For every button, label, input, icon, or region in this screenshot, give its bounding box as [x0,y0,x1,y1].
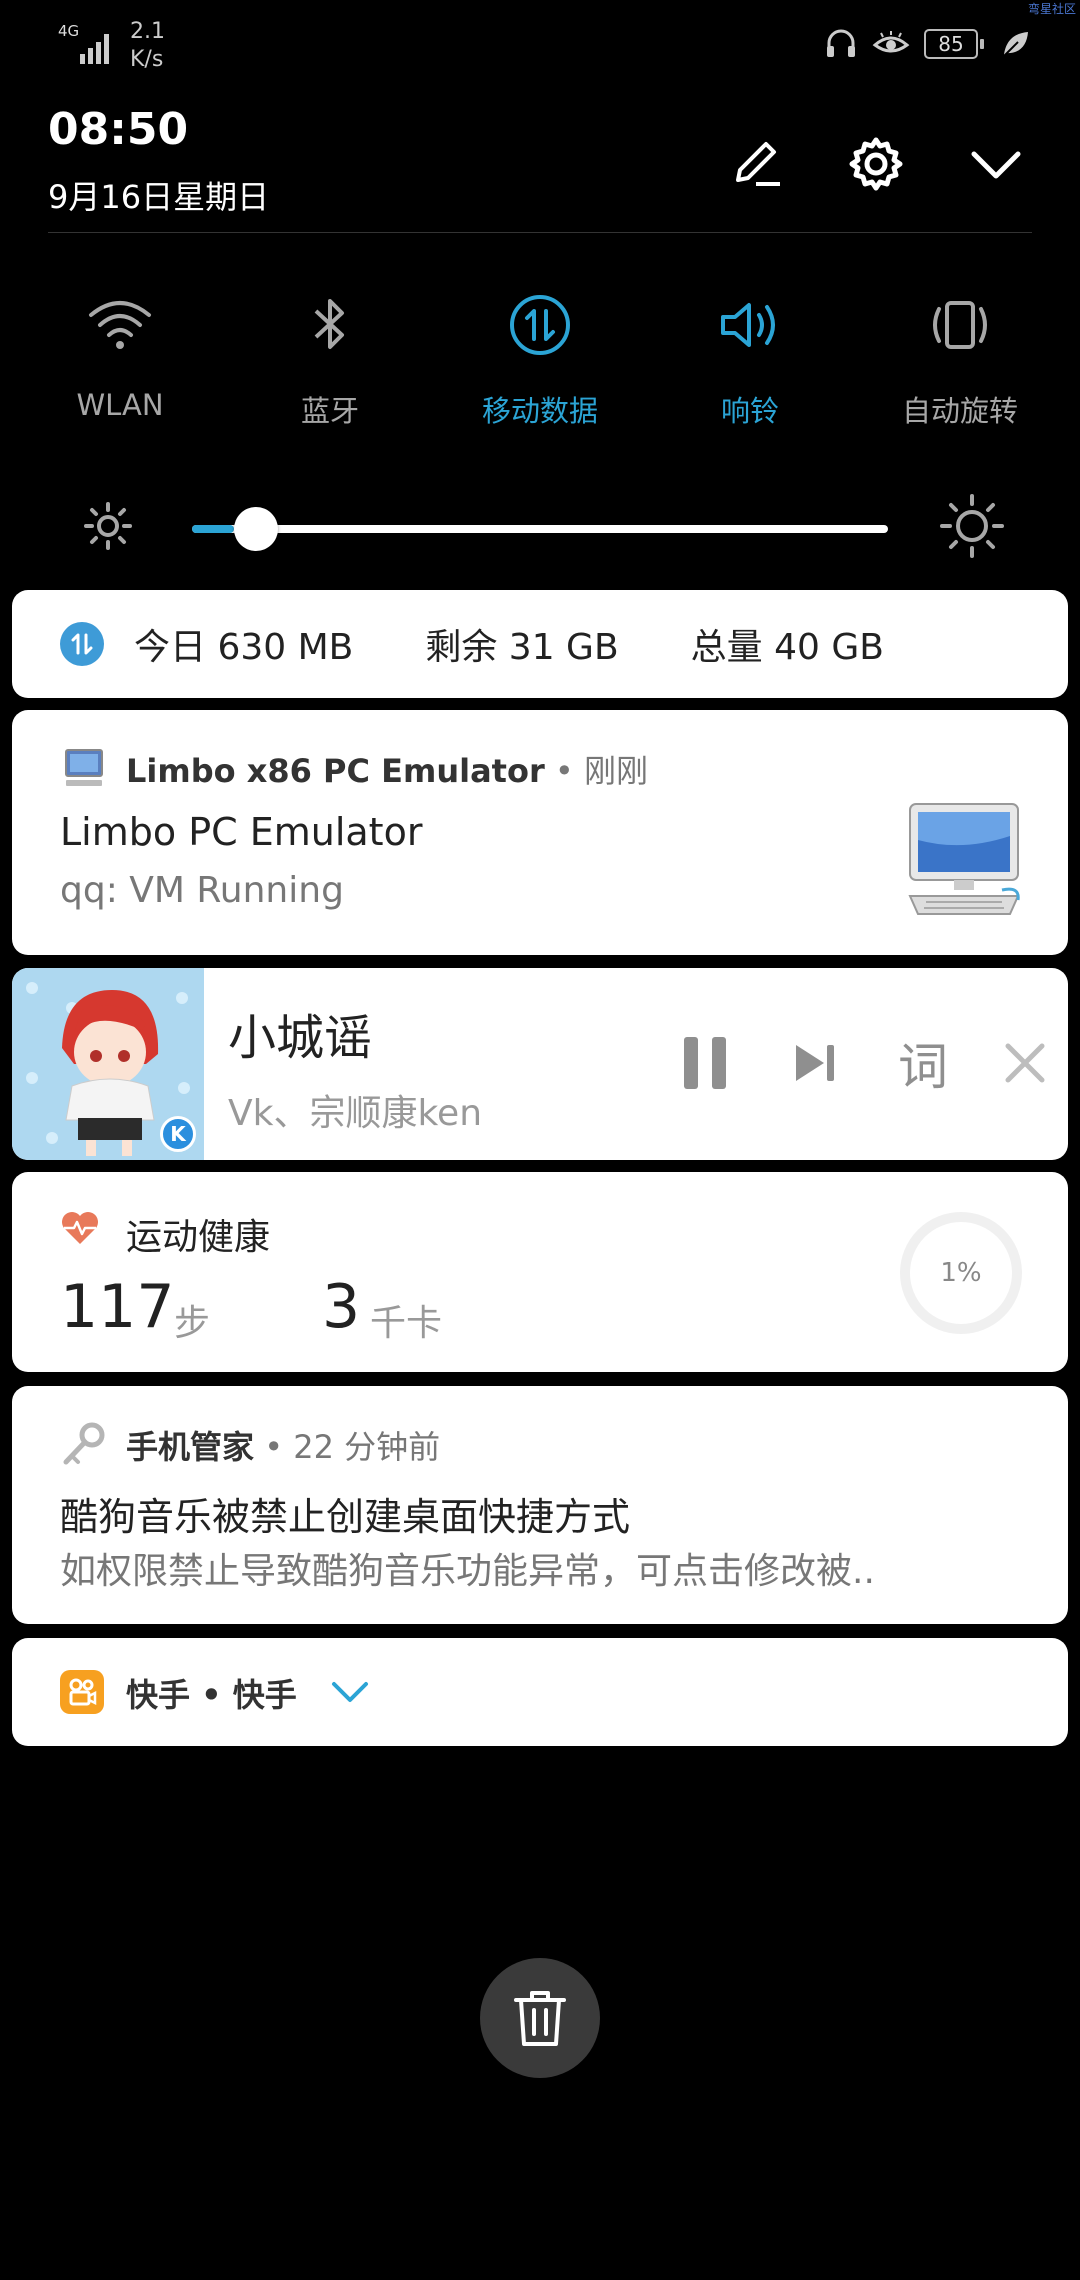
kugou-badge: K [160,1116,196,1152]
health-app-name: 运动健康 [126,1217,271,1258]
phone-manager-notification[interactable]: 手机管家 • 22 分钟前 酷狗音乐被禁止创建桌面快捷方式 如权限禁止导致酷狗音… [12,1386,1068,1624]
kuaishou-notification[interactable]: 快手 • 快手 [12,1638,1068,1746]
skip-next-icon [796,1045,834,1081]
edit-button[interactable] [716,124,796,204]
pc-emulator-icon [908,803,1020,915]
steps-unit: 步 [174,1303,211,1344]
app-name: Limbo x86 PC Emulator [126,752,545,790]
health-card[interactable]: 运动健康 117 步 3 千卡 1% [12,1172,1068,1372]
computer-icon [65,749,103,786]
timestamp: • 22 分钟前 [254,1428,441,1466]
corner-watermark: 弯星社区 [1027,2,1076,16]
headset-icon [827,29,855,57]
battery-icon: 85 [924,29,984,59]
app-name: 手机管家 [126,1428,255,1466]
notification-header: 手机管家 • 22 分钟前 [126,1422,440,1468]
notification-title: 酷狗音乐被禁止创建桌面快捷方式 [60,1495,631,1539]
close-icon [1005,1043,1045,1083]
status-icons: 85 [824,28,1030,60]
mobile-data-icon [510,295,570,355]
calories-unit: 千卡 [370,1303,443,1344]
clock: 08:50 [48,104,189,155]
notification-text: qq: VM Running [60,870,344,911]
data-usage-icon [60,622,104,666]
toggle-label: 响铃 [720,394,779,428]
toggle-label: WLAN [76,388,164,422]
pause-button[interactable] [670,1028,740,1098]
music-notification[interactable]: K 小城谣 Vk、宗顺康ken 词 [12,968,1068,1160]
settings-button[interactable] [836,124,916,204]
next-button[interactable] [780,1028,850,1098]
brightness-fill [192,525,234,533]
status-bar: 4G 2.1 K/s 85 弯星社区 [0,0,1080,90]
chevron-down-icon [971,151,1021,179]
song-artist: Vk、宗顺康ken [228,1093,483,1134]
data-remaining: 剩余 31 GB [425,627,619,668]
net-speed: 2.1 K/s [130,18,165,74]
timestamp: • 刚刚 [544,752,648,790]
calories-count: 3 [322,1272,361,1342]
brightness-high-icon [940,494,1004,558]
collapse-button[interactable] [956,124,1036,204]
notification-header: 快手 • 快手 [126,1676,297,1714]
ring-icon [721,303,775,347]
toggle-bluetooth[interactable]: 蓝牙 [225,280,435,430]
toggle-ring[interactable]: 响铃 [645,280,855,430]
trash-icon [514,1991,566,2046]
settings-icon [849,137,903,191]
key-icon [63,1422,105,1465]
toggle-label: 蓝牙 [300,394,359,428]
edit-icon [736,142,780,186]
heart-icon [62,1212,98,1244]
lyrics-button[interactable]: 词 [888,1028,958,1098]
close-music-button[interactable] [990,1028,1060,1098]
pause-icon [684,1037,726,1089]
net-speed-value: 2.1 [130,19,165,44]
kuaishou-icon [60,1670,104,1714]
bluetooth-icon [314,299,344,349]
song-title: 小城谣 [228,1010,373,1066]
signal-icon [80,34,109,64]
toggle-label: 移动数据 [481,394,598,428]
leaf-icon [1003,32,1028,57]
toggle-mobile-data[interactable]: 移动数据 [435,280,645,430]
limbo-notification[interactable]: Limbo x86 PC Emulator • 刚刚 Limbo PC Emul… [12,710,1068,955]
toggle-auto-rotate[interactable]: 自动旋转 [855,280,1065,430]
clear-all-button[interactable] [480,1958,600,2078]
data-today: 今日 630 MB [134,627,354,668]
data-usage-card[interactable]: 今日 630 MB 剩余 31 GB 总量 40 GB [12,590,1068,698]
steps-count: 117 [60,1272,175,1342]
album-art[interactable]: K [12,968,204,1160]
eye-icon [872,31,910,53]
notification-header: Limbo x86 PC Emulator • 刚刚 [126,746,648,792]
brightness-low-icon [84,502,132,550]
toggle-wlan[interactable]: WLAN [15,280,225,422]
data-total: 总量 40 GB [690,627,884,668]
date: 9月16日星期日 [48,178,270,216]
goal-progress-ring: 1% [900,1212,1022,1334]
wifi-icon [89,301,151,349]
header-divider [48,232,1032,233]
notification-text: 如权限禁止导致酷狗音乐功能异常，可点击修改被.. [60,1551,875,1592]
brightness-thumb[interactable] [234,507,278,551]
notification-title: Limbo PC Emulator [60,810,423,854]
goal-percent: 1% [940,1258,982,1288]
net-speed-unit: K/s [130,47,164,72]
auto-rotate-icon [933,301,987,349]
brightness-slider[interactable] [192,507,888,551]
toggle-label: 自动旋转 [901,394,1018,428]
expand-chevron-icon[interactable] [330,1678,370,1706]
